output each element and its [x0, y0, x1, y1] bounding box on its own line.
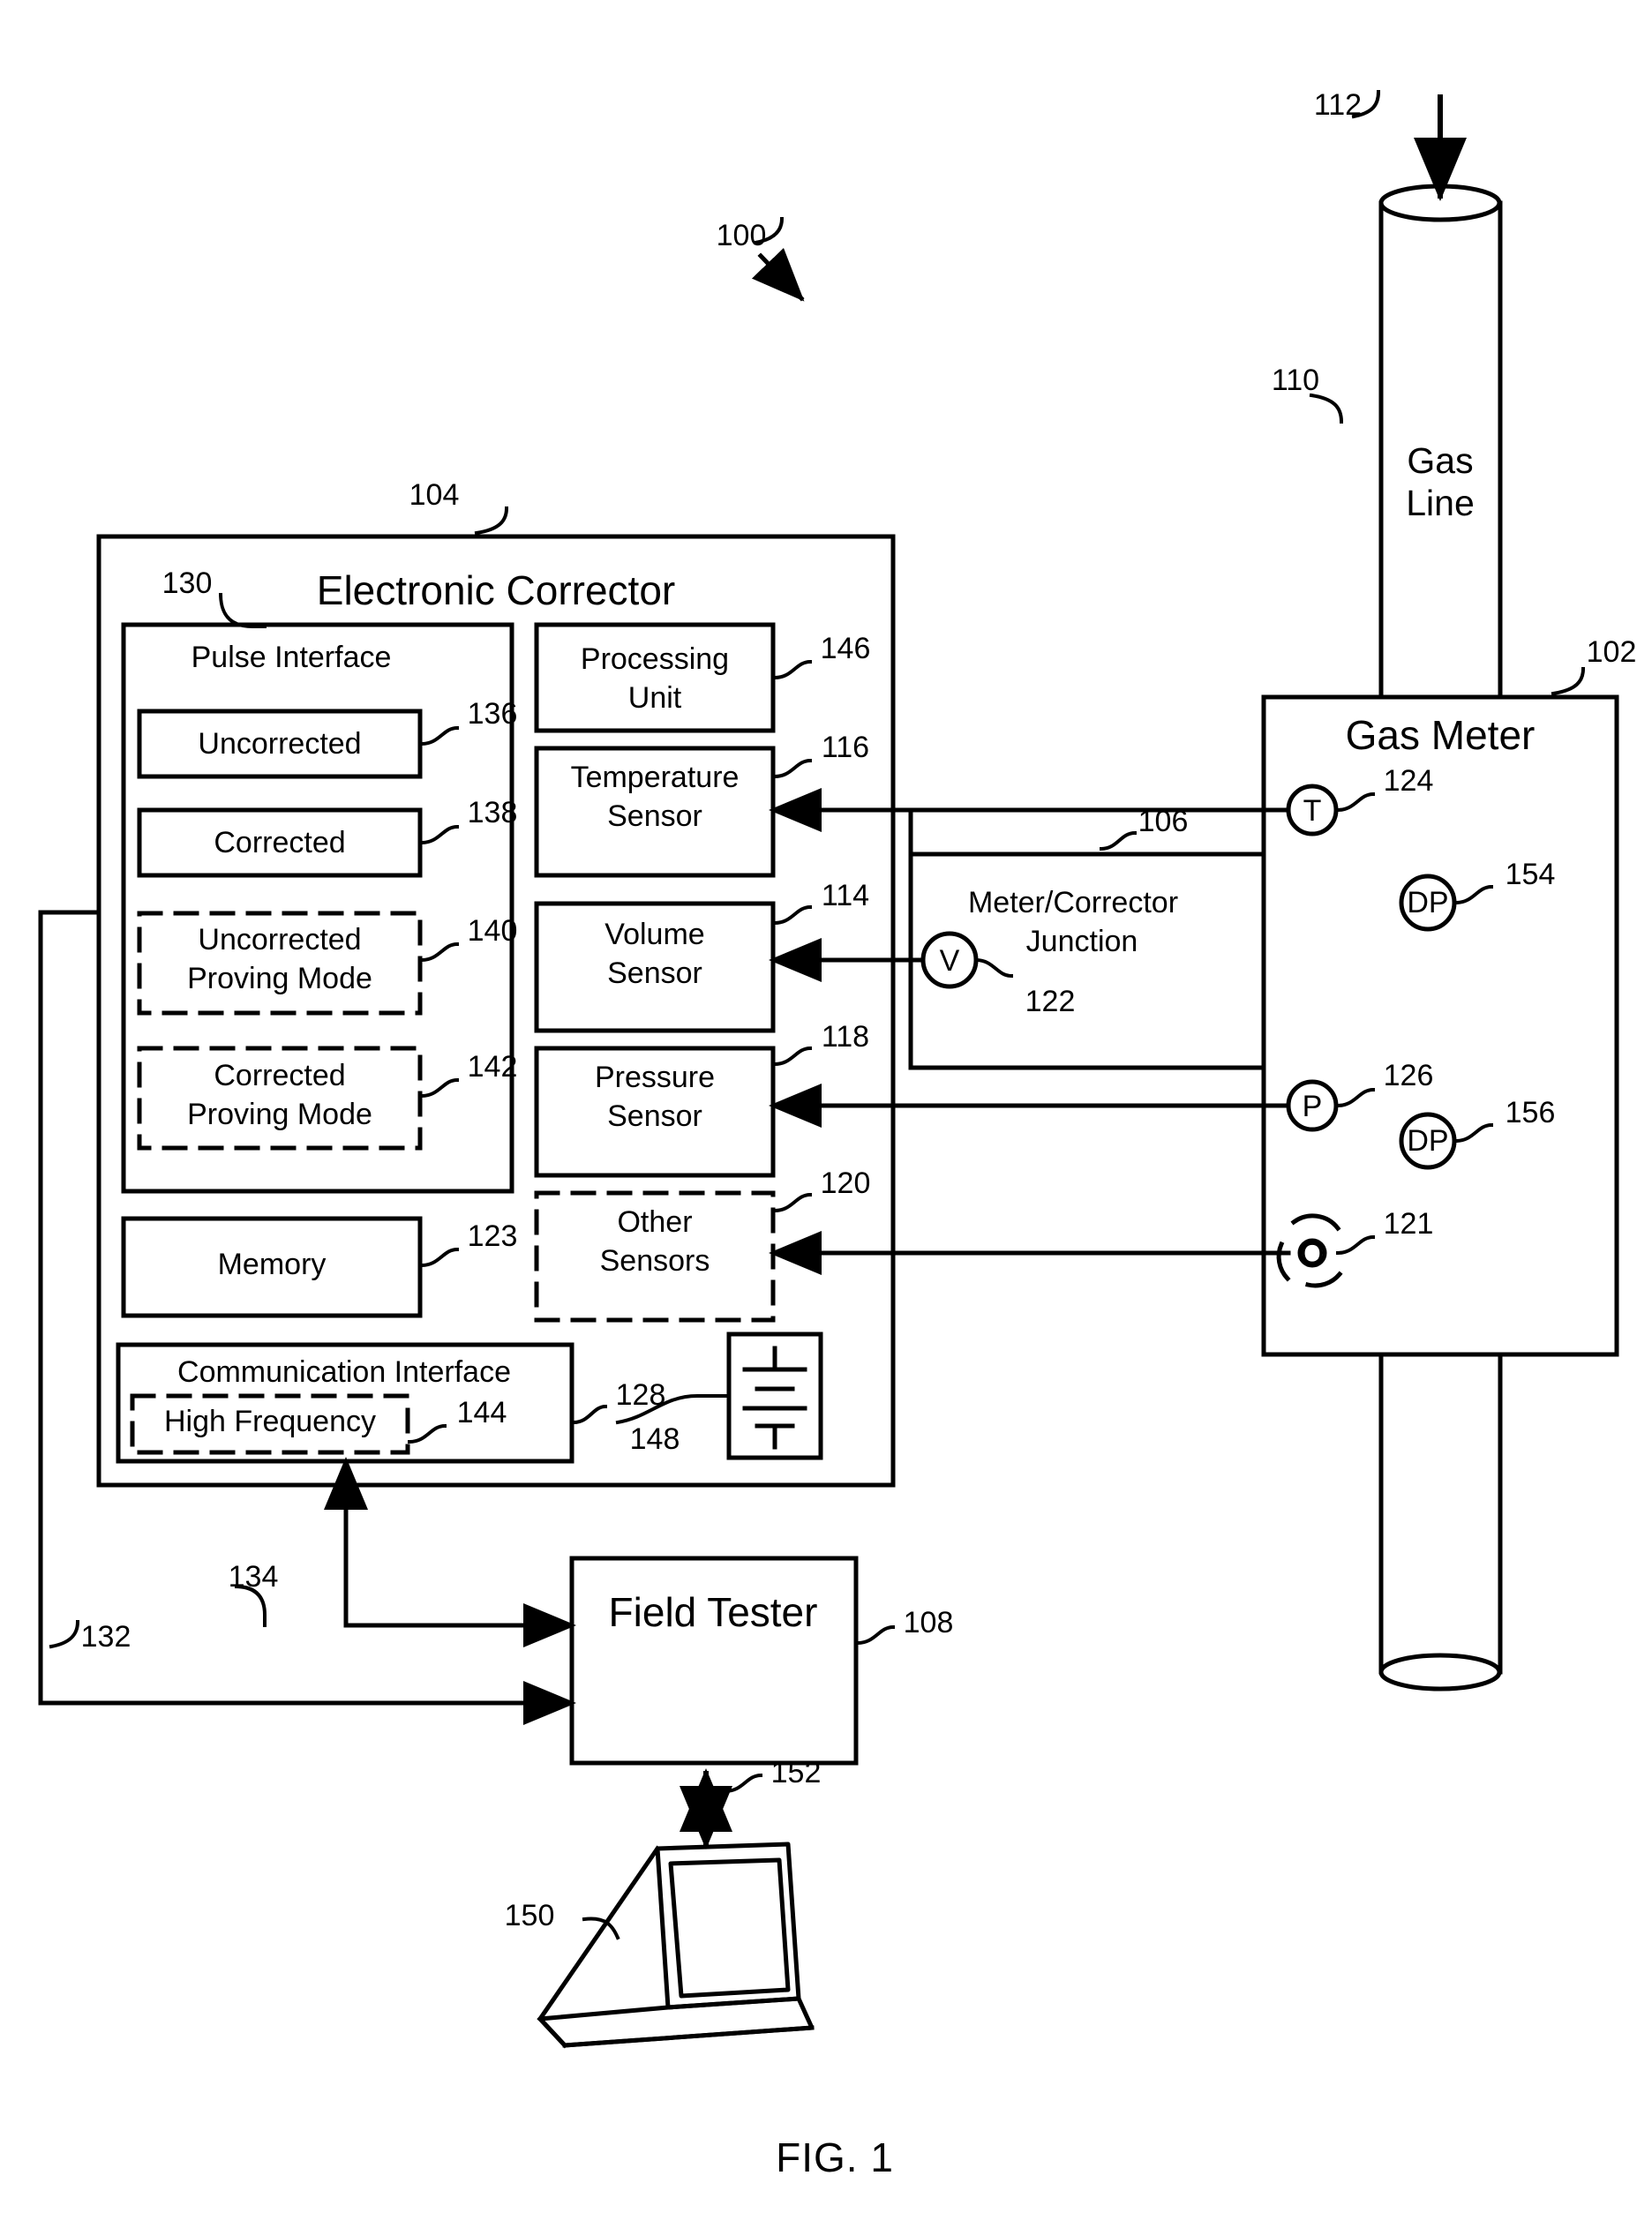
ref-148: 148 [629, 1422, 680, 1456]
ref-102: 102 [1586, 635, 1637, 669]
gas-meter-title: Gas Meter [1345, 712, 1536, 758]
pulse-item-label-2a: Uncorrected [198, 923, 362, 956]
ref-126: 126 [1383, 1059, 1434, 1092]
ref-124: 124 [1383, 764, 1434, 798]
ref-134: 134 [228, 1560, 279, 1594]
module-label-2b: Sensor [607, 956, 702, 990]
patent-figure-canvas: 100 112 110 Gas Line 102 Gas Meter T 124… [0, 0, 1652, 2228]
junction-label-l2: Junction [1025, 925, 1138, 958]
leader-128 [571, 1404, 608, 1425]
communication-interface-label: Communication Interface [177, 1355, 511, 1389]
memory-label: Memory [217, 1248, 327, 1281]
ref-116: 116 [821, 731, 870, 764]
leader-130 [218, 592, 267, 628]
leader-102 [1551, 666, 1586, 696]
ref-144: 144 [456, 1396, 507, 1429]
inlet-flow-arrow [1351, 89, 1467, 201]
corrector-title: Electronic Corrector [316, 567, 676, 613]
pulse-item-label-2b: Proving Mode [187, 962, 372, 995]
pulse-item-label-0: Uncorrected [198, 727, 362, 761]
leader-108 [855, 1624, 896, 1646]
module-label-3a: Pressure [594, 1061, 716, 1094]
ref-128: 128 [615, 1378, 666, 1412]
ref-108: 108 [903, 1606, 954, 1639]
module-label-0a: Processing [580, 642, 730, 676]
ref-122: 122 [1025, 985, 1076, 1018]
module-label-0b: Unit [627, 681, 682, 715]
ref-136: 136 [467, 697, 518, 731]
gas-line-label-l2: Line [1406, 483, 1475, 523]
pulse-interface-title: Pulse Interface [191, 641, 392, 674]
gas-meter-symbol-P: P [1302, 1090, 1323, 1123]
pulse-item-label-3b: Proving Mode [187, 1098, 372, 1131]
ref-110: 110 [1271, 364, 1320, 397]
ref-104: 104 [409, 478, 460, 512]
module-label-4b: Sensors [599, 1244, 710, 1278]
leader-110 [1309, 393, 1344, 424]
high-frequency-label: High Frequency [163, 1405, 377, 1438]
module-label-4a: Other [617, 1205, 693, 1239]
ref-100: 100 [716, 219, 767, 252]
junction-symbol-V: V [939, 944, 960, 978]
ref-123: 123 [467, 1219, 518, 1253]
ref-138: 138 [467, 796, 518, 829]
pulse-item-label-1: Corrected [214, 826, 346, 859]
leader-132 [49, 1619, 80, 1649]
ref-150: 150 [504, 1899, 555, 1932]
module-label-2a: Volume [604, 918, 705, 951]
ref-130: 130 [161, 566, 213, 600]
module-label-1b: Sensor [607, 799, 702, 833]
module-label-3b: Sensor [607, 1099, 702, 1133]
gas-meter-symbol-DP-1: DP [1407, 886, 1449, 919]
leader-104 [474, 506, 509, 536]
module-label-1a: Temperature [570, 761, 740, 794]
ref-140: 140 [467, 914, 518, 948]
ref-112: 112 [1313, 88, 1363, 122]
ref-146: 146 [820, 632, 871, 665]
ref-120: 120 [820, 1167, 871, 1200]
laptop-illustration [537, 1842, 815, 2049]
ref-106: 106 [1138, 805, 1189, 838]
gas-meter-symbol-DP-2: DP [1407, 1124, 1449, 1158]
junction-label-l1: Meter/Corrector [967, 886, 1179, 919]
gas-meter-symbol-O: O [1300, 1237, 1325, 1271]
ref-114: 114 [821, 879, 870, 912]
ref-118: 118 [821, 1020, 870, 1054]
ref-152: 152 [770, 1756, 822, 1789]
ref-132: 132 [80, 1620, 131, 1654]
gas-line-label-l1: Gas [1407, 440, 1474, 481]
ref-121: 121 [1383, 1207, 1434, 1241]
battery-symbol [742, 1346, 807, 1450]
signal-132 [38, 910, 576, 1725]
pulse-item-label-3a: Corrected [214, 1059, 346, 1092]
gas-meter-symbol-T: T [1303, 794, 1322, 828]
field-tester-label: Field Tester [608, 1589, 818, 1635]
ref-142: 142 [467, 1050, 518, 1084]
gas-line-pipe [1378, 184, 1503, 1692]
ref-156: 156 [1505, 1096, 1556, 1129]
ref-154: 154 [1505, 858, 1556, 891]
figure-caption: FIG. 1 [776, 2134, 894, 2180]
